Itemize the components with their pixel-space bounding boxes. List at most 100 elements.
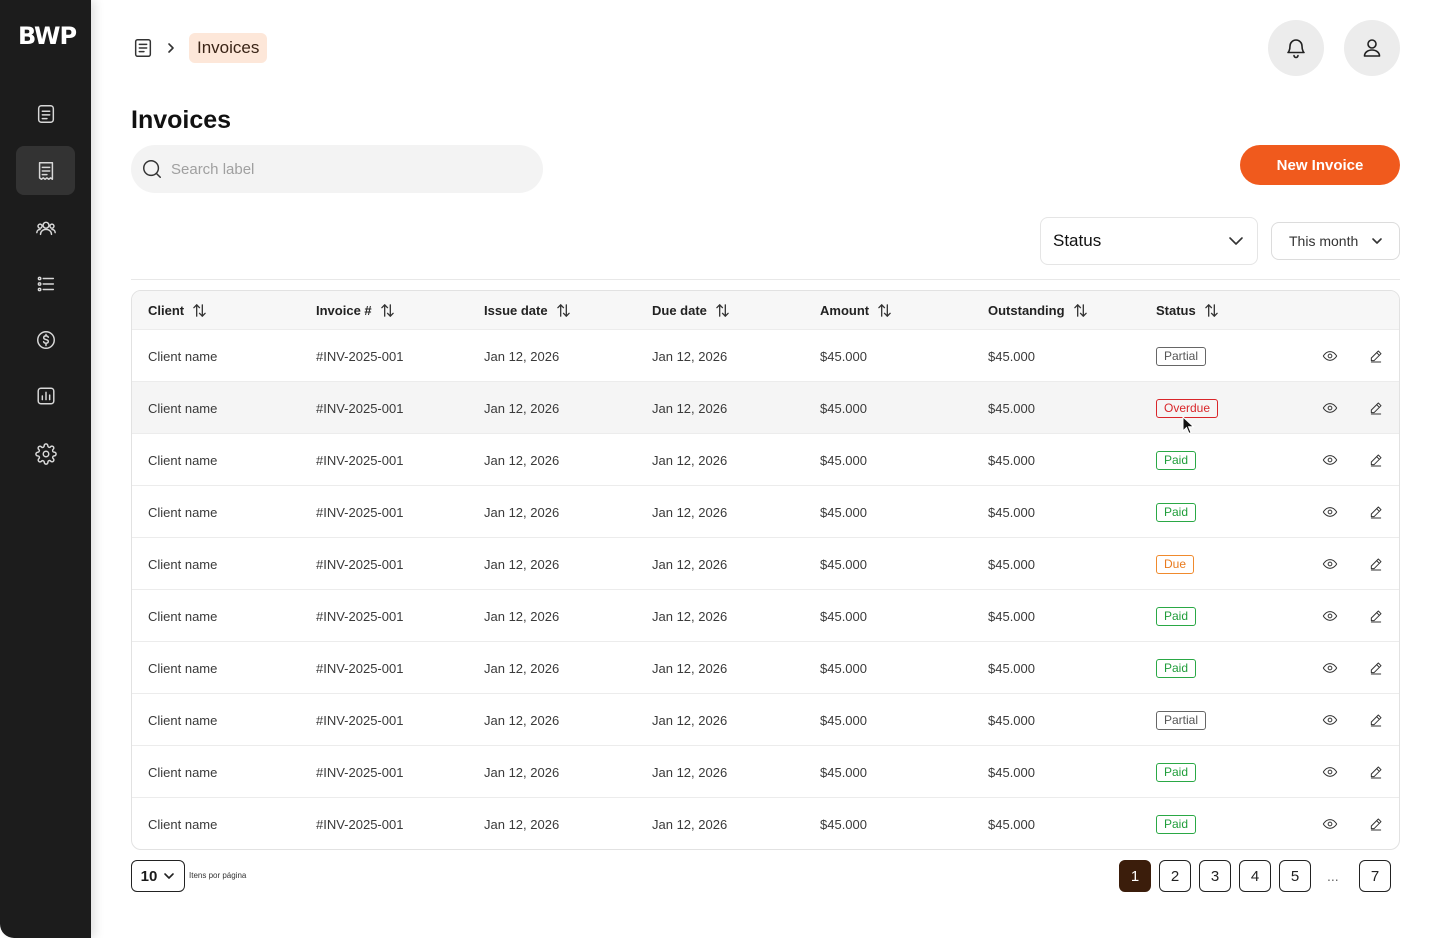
view-button[interactable]: [1320, 346, 1340, 366]
eye-icon: [1322, 559, 1338, 569]
period-filter-select[interactable]: This month: [1271, 222, 1400, 260]
page-button-4[interactable]: 4: [1239, 860, 1271, 892]
table-row[interactable]: Client name #INV-2025-001 Jan 12, 2026 Jan …: [132, 538, 1399, 590]
sort-icon[interactable]: [556, 303, 571, 318]
sidebar-item-settings[interactable]: [16, 429, 75, 478]
notifications-button[interactable]: [1268, 20, 1324, 76]
page-button-3[interactable]: 3: [1199, 860, 1231, 892]
page-button-1[interactable]: 1: [1119, 860, 1151, 892]
cell-client: Client name: [148, 400, 218, 416]
view-button[interactable]: [1320, 710, 1340, 730]
column-header-client[interactable]: Client: [148, 291, 207, 330]
edit-button[interactable]: [1366, 554, 1386, 574]
table-row[interactable]: Client name #INV-2025-001 Jan 12, 2026 Jan …: [132, 694, 1399, 746]
view-button[interactable]: [1320, 554, 1340, 574]
cell-invoice-number: #INV-2025-001: [316, 764, 404, 780]
column-header-amount[interactable]: Amount: [820, 291, 892, 330]
edit-button[interactable]: [1366, 710, 1386, 730]
edit-button[interactable]: [1366, 502, 1386, 522]
edit-button[interactable]: [1366, 814, 1386, 834]
sidebar-item-documents[interactable]: [16, 89, 75, 138]
edit-button[interactable]: [1366, 398, 1386, 418]
pagination-ellipsis: ...: [1327, 868, 1339, 884]
view-button[interactable]: [1320, 398, 1340, 418]
view-button[interactable]: [1320, 606, 1340, 626]
sidebar-item-invoices[interactable]: [16, 146, 75, 195]
column-header-status[interactable]: Status: [1156, 291, 1219, 330]
cell-issue-date: Jan 12, 2026: [484, 556, 560, 572]
cell-invoice-number: #INV-2025-001: [316, 816, 404, 832]
status-badge: Overdue: [1156, 398, 1219, 418]
status-badge: Paid: [1156, 658, 1197, 678]
view-button[interactable]: [1320, 450, 1340, 470]
cell-due-date: Jan 12, 2026: [652, 712, 728, 728]
table-row[interactable]: Client name #INV-2025-001 Jan 12, 2026 Jan …: [132, 798, 1399, 849]
table-row[interactable]: Client name #INV-2025-001 Jan 12, 2026 Jan …: [132, 486, 1399, 538]
sidebar-item-tasks[interactable]: [16, 259, 75, 308]
view-button[interactable]: [1320, 814, 1340, 834]
table-row[interactable]: Client name #INV-2025-001 Jan 12, 2026 Jan …: [132, 590, 1399, 642]
table-row[interactable]: Client name #INV-2025-001 Jan 12, 2026 Jan …: [132, 746, 1399, 798]
column-header-due-date[interactable]: Due date: [652, 291, 730, 330]
status-badge: Paid: [1156, 502, 1197, 522]
cell-outstanding: $45.000: [988, 764, 1035, 780]
logo: BWP: [18, 22, 77, 50]
table-row[interactable]: Client name #INV-2025-001 Jan 12, 2026 Jan …: [132, 434, 1399, 486]
sidebar-item-reports[interactable]: [16, 371, 75, 420]
new-invoice-button[interactable]: New Invoice: [1240, 145, 1400, 185]
cell-due-date: Jan 12, 2026: [652, 764, 728, 780]
edit-button[interactable]: [1366, 658, 1386, 678]
table-row[interactable]: Client name #INV-2025-001 Jan 12, 2026 Jan …: [132, 642, 1399, 694]
cell-invoice-number: #INV-2025-001: [316, 348, 404, 364]
column-header-outstanding[interactable]: Outstanding: [988, 291, 1088, 330]
edit-button[interactable]: [1366, 450, 1386, 470]
profile-button[interactable]: [1344, 20, 1400, 76]
sort-icon[interactable]: [1204, 303, 1219, 318]
column-header-label: Outstanding: [988, 303, 1065, 318]
column-header-label: Invoice #: [316, 303, 372, 318]
edit-button[interactable]: [1366, 762, 1386, 782]
items-per-page-select[interactable]: 10: [131, 860, 185, 892]
view-button[interactable]: [1320, 502, 1340, 522]
users-icon: [35, 221, 56, 235]
table-row[interactable]: Client name #INV-2025-001 Jan 12, 2026 Jan …: [132, 330, 1399, 382]
sidebar-item-clients[interactable]: [16, 203, 75, 252]
cell-outstanding: $45.000: [988, 400, 1035, 416]
sort-icon[interactable]: [1073, 303, 1088, 318]
cell-due-date: Jan 12, 2026: [652, 452, 728, 468]
cell-due-date: Jan 12, 2026: [652, 400, 728, 416]
cell-due-date: Jan 12, 2026: [652, 816, 728, 832]
user-icon: [1363, 39, 1381, 57]
search-input[interactable]: [171, 160, 531, 178]
sort-icon[interactable]: [380, 303, 395, 318]
cell-amount: $45.000: [820, 504, 867, 520]
sort-icon[interactable]: [715, 303, 730, 318]
cell-status: Paid: [1156, 746, 1197, 798]
edit-button[interactable]: [1366, 606, 1386, 626]
table-row[interactable]: Client name #INV-2025-001 Jan 12, 2026 Jan …: [132, 382, 1399, 434]
column-header-label: Issue date: [484, 303, 548, 318]
status-badge: Partial: [1156, 346, 1207, 366]
cell-due-date: Jan 12, 2026: [652, 504, 728, 520]
sidebar-item-payments[interactable]: [16, 315, 75, 364]
status-filter-select[interactable]: Status: [1040, 217, 1258, 265]
page-button-5[interactable]: 5: [1279, 860, 1311, 892]
edit-button[interactable]: [1366, 346, 1386, 366]
breadcrumb-home[interactable]: [131, 36, 155, 60]
page-button-last[interactable]: 7: [1359, 860, 1391, 892]
items-per-page-value: 10: [140, 867, 158, 885]
cell-issue-date: Jan 12, 2026: [484, 816, 560, 832]
invoices-table: Client Invoice # Issue date Due date Amount O…: [131, 290, 1400, 850]
breadcrumb-current[interactable]: Invoices: [189, 32, 268, 63]
column-header-issue-date[interactable]: Issue date: [484, 291, 571, 330]
cell-amount: $45.000: [820, 660, 867, 676]
eye-icon: [1322, 819, 1338, 829]
column-header-invoice-number[interactable]: Invoice #: [316, 291, 395, 330]
view-button[interactable]: [1320, 762, 1340, 782]
pencil-icon: [1370, 558, 1382, 571]
sort-icon[interactable]: [877, 303, 892, 318]
page-button-2[interactable]: 2: [1159, 860, 1191, 892]
sort-icon[interactable]: [192, 303, 207, 318]
cell-status: Partial: [1156, 330, 1207, 382]
view-button[interactable]: [1320, 658, 1340, 678]
